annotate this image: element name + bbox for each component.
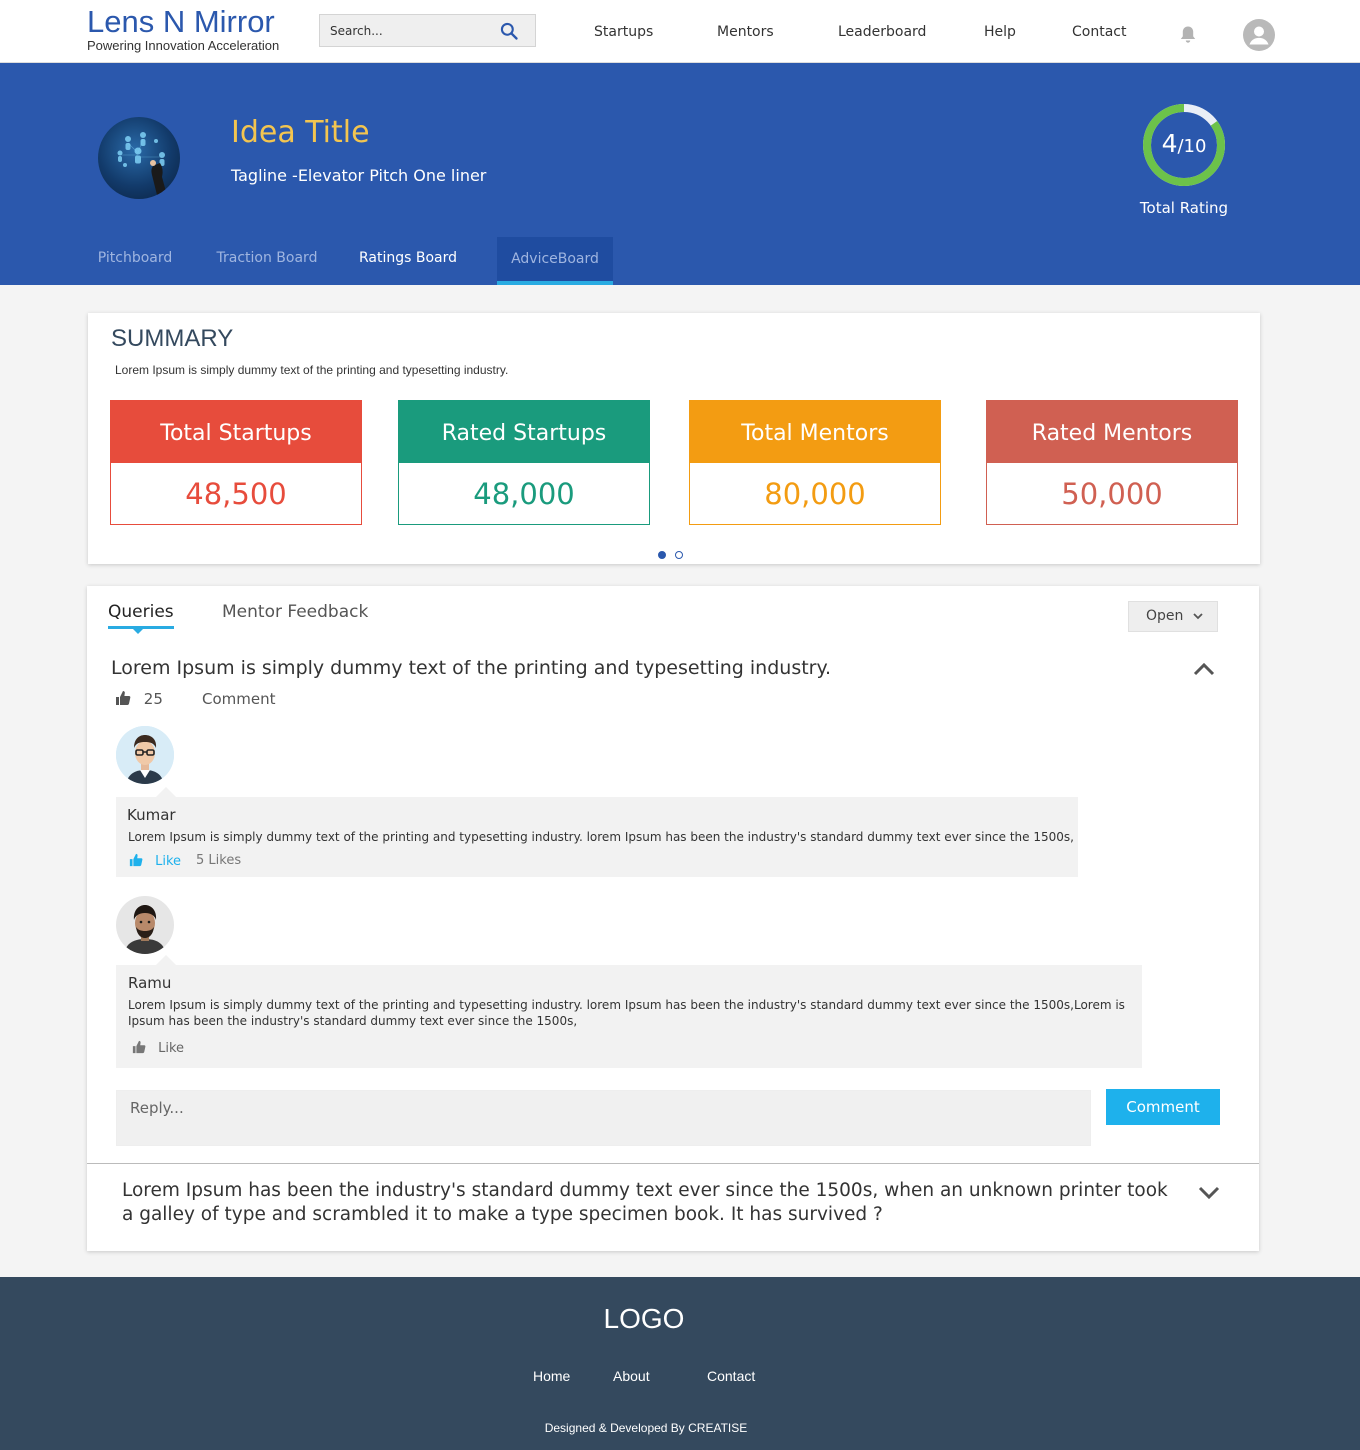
- rating-score: 4/10: [1140, 129, 1228, 158]
- comment-text: Lorem Ipsum is simply dummy text of the …: [128, 998, 1125, 1028]
- footer-link-about[interactable]: About: [613, 1368, 650, 1384]
- summary-card: SUMMARY Lorem Ipsum is simply dummy text…: [88, 313, 1260, 564]
- idea-tagline: Tagline -Elevator Pitch One liner: [231, 166, 487, 185]
- comment-bubble: Ramu Lorem Ipsum is simply dummy text of…: [116, 955, 1142, 1068]
- comment-author[interactable]: Ramu: [128, 974, 171, 992]
- stat-card-total-startups[interactable]: Total Startups 48,500: [110, 400, 362, 525]
- avatar: [116, 896, 174, 954]
- stat-value: 48,000: [473, 477, 575, 511]
- avatar: [116, 726, 174, 784]
- bell-icon[interactable]: [1179, 25, 1197, 45]
- chevron-down-icon: [1193, 613, 1203, 620]
- brand-tagline: Powering Innovation Acceleration: [87, 38, 280, 53]
- nav-leaderboard[interactable]: Leaderboard: [838, 24, 926, 40]
- tab-queries[interactable]: Queries: [108, 602, 174, 629]
- reply-input[interactable]: [116, 1090, 1091, 1146]
- stat-label: Rated Mentors: [987, 401, 1237, 463]
- search-input[interactable]: [330, 21, 490, 41]
- brand[interactable]: Lens N Mirror Powering Innovation Accele…: [87, 6, 280, 54]
- nav-mentors[interactable]: Mentors: [717, 24, 774, 40]
- idea-logo: [98, 117, 180, 199]
- tab-ratings-board[interactable]: Ratings Board: [352, 236, 464, 284]
- comment-text: Lorem Ipsum is simply dummy text of the …: [128, 830, 1074, 844]
- nav-help[interactable]: Help: [984, 24, 1016, 40]
- status-filter-select[interactable]: Open: [1128, 601, 1218, 632]
- thumbs-up-icon: [116, 691, 131, 705]
- carousel-dot-2[interactable]: [675, 551, 683, 559]
- tab-adviceboard[interactable]: AdviceBoard: [497, 237, 613, 285]
- user-avatar-icon[interactable]: [1243, 19, 1275, 51]
- question-comment-link[interactable]: Comment: [202, 690, 276, 708]
- brand-name[interactable]: Lens N Mirror: [87, 6, 279, 38]
- footer: LOGO Home About Contact Designed & Devel…: [0, 1277, 1360, 1450]
- comment-like-button[interactable]: Like: [132, 1040, 184, 1056]
- chevron-up-icon[interactable]: [1193, 662, 1215, 676]
- rating-value: 4: [1161, 129, 1178, 158]
- status-filter-value: Open: [1146, 608, 1184, 624]
- search-box: [319, 14, 536, 47]
- queries-card: Queries Mentor Feedback Open Lorem Ipsum…: [87, 586, 1259, 1251]
- question-title[interactable]: Lorem Ipsum is simply dummy text of the …: [111, 657, 831, 679]
- comment-like-count: 5 Likes: [196, 853, 242, 868]
- top-navbar: Lens N Mirror Powering Innovation Accele…: [0, 0, 1360, 63]
- stat-card-total-mentors[interactable]: Total Mentors 80,000: [689, 400, 941, 525]
- footer-link-contact[interactable]: Contact: [707, 1368, 755, 1384]
- footer-logo[interactable]: LOGO: [0, 1303, 1288, 1335]
- question-like-count: 25: [143, 690, 163, 708]
- comment-author[interactable]: Kumar: [127, 806, 176, 824]
- thumbs-up-icon: [132, 1040, 146, 1054]
- tab-mentor-feedback[interactable]: Mentor Feedback: [222, 602, 368, 622]
- idea-hero: Idea Title Tagline -Elevator Pitch One l…: [0, 63, 1360, 285]
- stat-value: 48,500: [185, 477, 287, 511]
- nav-startups[interactable]: Startups: [594, 24, 653, 40]
- divider: [87, 1163, 1259, 1164]
- stat-label: Total Mentors: [690, 401, 940, 463]
- summary-description: Lorem Ipsum is simply dummy text of the …: [115, 363, 509, 377]
- stat-card-rated-mentors[interactable]: Rated Mentors 50,000: [986, 400, 1238, 525]
- footer-credit: Designed & Developed By CREATISE: [544, 1421, 748, 1435]
- stat-label: Rated Startups: [399, 401, 649, 463]
- question-title[interactable]: Lorem Ipsum has been the industry's stan…: [122, 1179, 1182, 1227]
- active-tab-indicator: [132, 628, 144, 634]
- carousel-dots: [658, 544, 692, 563]
- stat-card-rated-startups[interactable]: Rated Startups 48,000: [398, 400, 650, 525]
- like-label: Like: [155, 854, 182, 869]
- search-icon[interactable]: [499, 21, 519, 41]
- nav-contact[interactable]: Contact: [1072, 24, 1126, 40]
- thumbs-up-icon: [129, 853, 143, 867]
- bubble-notch: [156, 955, 176, 965]
- comment-submit-button[interactable]: Comment: [1106, 1089, 1220, 1125]
- comment-bubble: Kumar Lorem Ipsum is simply dummy text o…: [116, 787, 1078, 877]
- stat-value: 80,000: [764, 477, 866, 511]
- tab-pitchboard[interactable]: Pitchboard: [88, 236, 182, 284]
- tab-traction-board[interactable]: Traction Board: [208, 236, 326, 284]
- comment-like-button[interactable]: Like: [129, 853, 181, 869]
- idea-title: Idea Title: [231, 115, 370, 150]
- rating-label: Total Rating: [1139, 199, 1229, 217]
- rating-max: /10: [1177, 136, 1207, 157]
- question-likes[interactable]: 25: [115, 690, 163, 708]
- summary-title: SUMMARY: [111, 325, 234, 352]
- footer-link-home[interactable]: Home: [533, 1368, 570, 1384]
- bubble-notch: [156, 787, 176, 797]
- stat-label: Total Startups: [111, 401, 361, 463]
- carousel-dot-1[interactable]: [658, 551, 666, 559]
- like-label: Like: [158, 1041, 185, 1056]
- stat-value: 50,000: [1061, 477, 1163, 511]
- chevron-down-icon[interactable]: [1198, 1186, 1220, 1200]
